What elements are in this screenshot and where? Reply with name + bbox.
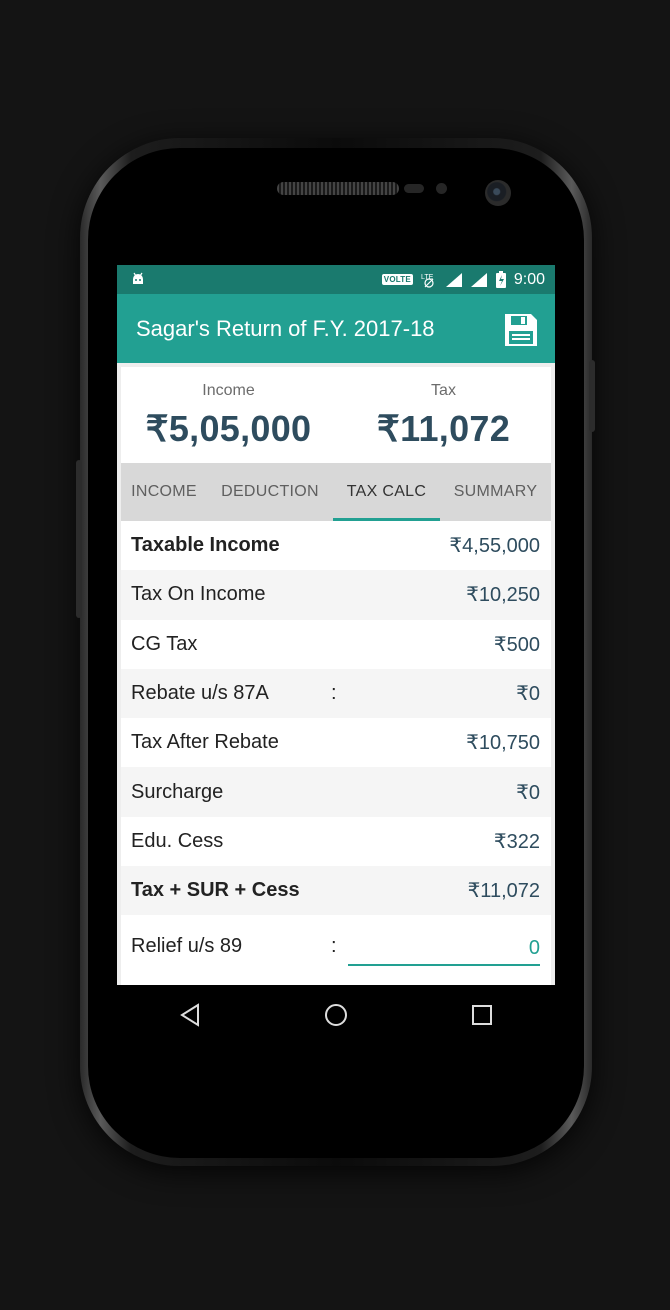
tax-value: ₹11,072 — [376, 408, 511, 449]
row-value: ₹500 — [493, 633, 540, 656]
status-bar: VOLTE LTE 9:00 — [117, 265, 555, 294]
row-label: Surcharge — [131, 780, 224, 803]
speaker-grille — [277, 182, 399, 195]
income-summary: Income ₹5,05,000 — [121, 367, 336, 450]
power-button — [589, 360, 595, 432]
tax-summary: Tax ₹11,072 — [336, 367, 551, 450]
row-label: Tax + SUR + Cess — [131, 879, 300, 902]
signal-icon — [470, 272, 487, 287]
row-value: ₹322 — [493, 830, 540, 853]
row-surcharge: Surcharge ₹0 — [121, 767, 551, 817]
home-icon[interactable] — [316, 995, 356, 1035]
app-bar: Sagar's Return of F.Y. 2017-18 — [117, 294, 555, 363]
summary-card: Income ₹5,05,000 Tax ₹11,072 — [121, 367, 551, 463]
row-label: Edu. Cess — [131, 829, 224, 852]
android-icon — [133, 272, 143, 284]
income-value: ₹5,05,000 — [145, 408, 312, 449]
tab-bar: INCOME DEDUCTION TAX CALC SUMMARY — [121, 463, 551, 521]
row-tax-after-rebate: Tax After Rebate ₹10,750 — [121, 718, 551, 767]
signal-icon — [445, 272, 462, 287]
back-icon[interactable] — [170, 995, 210, 1035]
row-label-wrap: Rebate u/s 87A : — [131, 682, 516, 705]
row-label: Tax After Rebate — [131, 731, 279, 754]
tax-calc-list: Taxable Income ₹4,55,000 Tax On Income ₹… — [121, 521, 551, 978]
battery-icon — [495, 270, 506, 288]
app-screen: VOLTE LTE 9:00 Sagar's Return of F.Y. 20… — [117, 265, 555, 1045]
front-camera — [485, 180, 511, 206]
lte-icon: LTE — [421, 274, 434, 288]
row-cg-tax: CG Tax ₹500 — [121, 620, 551, 669]
row-value: ₹4,55,000 — [449, 535, 540, 558]
income-label: Income — [202, 382, 255, 399]
row-label: Taxable Income — [131, 534, 280, 557]
relief-input[interactable]: 0 — [348, 937, 540, 966]
row-tax-on-income: Tax On Income ₹10,250 — [121, 570, 551, 620]
clock: 9:00 — [513, 270, 545, 288]
row-value: ₹0 — [516, 683, 540, 706]
row-label: Relief u/s 89 — [131, 934, 243, 957]
volume-button — [76, 460, 82, 618]
row-label-wrap: Relief u/s 89 : — [131, 935, 348, 958]
row-taxable-income: Taxable Income ₹4,55,000 — [121, 521, 551, 570]
volte-icon: VOLTE — [381, 274, 413, 285]
proximity-sensor — [404, 184, 424, 193]
row-value: ₹0 — [516, 781, 540, 804]
row-value: ₹11,072 — [467, 880, 540, 903]
row-colon: : — [331, 934, 337, 957]
recents-icon[interactable] — [462, 995, 502, 1035]
row-label: Tax On Income — [131, 583, 266, 606]
row-total-tax: Tax + SUR + Cess ₹11,072 — [121, 866, 551, 916]
page-title: Sagar's Return of F.Y. 2017-18 — [136, 316, 435, 341]
tax-label: Tax — [431, 382, 456, 399]
row-colon: : — [331, 682, 337, 705]
row-value: ₹10,750 — [466, 732, 540, 755]
row-rebate-87a: Rebate u/s 87A : ₹0 — [121, 668, 551, 719]
tab-tax-calc[interactable]: TAX CALC — [333, 463, 440, 521]
tab-deduction[interactable]: DEDUCTION — [207, 463, 333, 521]
row-label: CG Tax — [131, 632, 198, 655]
nav-bar — [117, 985, 555, 1045]
light-sensor — [436, 183, 447, 194]
row-value: ₹10,250 — [466, 584, 540, 607]
row-edu-cess: Edu. Cess ₹322 — [121, 817, 551, 866]
row-relief-89: Relief u/s 89 : 0 — [121, 915, 551, 978]
main-content: Income ₹5,05,000 Tax ₹11,072 INCOME DEDU… — [121, 367, 551, 1045]
save-icon[interactable] — [503, 312, 539, 348]
row-label: Rebate u/s 87A — [131, 682, 269, 705]
tab-income[interactable]: INCOME — [121, 463, 207, 521]
tab-summary[interactable]: SUMMARY — [440, 463, 551, 521]
